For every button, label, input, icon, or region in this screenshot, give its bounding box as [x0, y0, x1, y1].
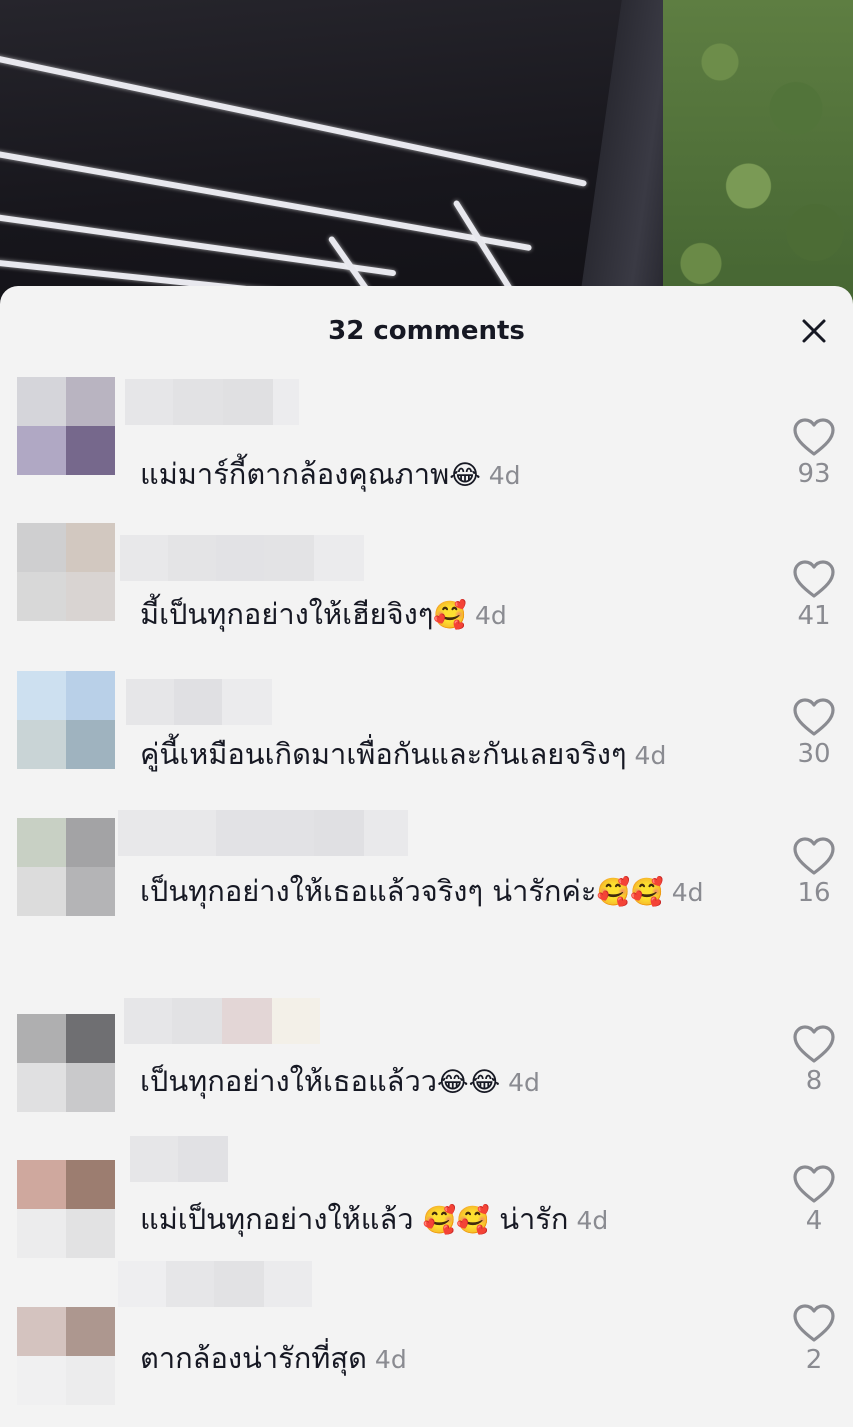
avatar[interactable]: [17, 1160, 115, 1258]
avatar[interactable]: [17, 1014, 115, 1112]
avatar[interactable]: [17, 1307, 115, 1405]
comment-item: แม่มาร์กี้ตากล้องคุณภาพ😂 4d 93: [0, 377, 853, 497]
comment-text: เป็นทุกอย่างให้เธอแล้วจริงๆ น่ารักค่ะ🥰🥰 4…: [140, 868, 720, 916]
like-button[interactable]: 16: [790, 836, 838, 908]
comment-text: แม่มาร์กี้ตากล้องคุณภาพ😂 4d: [140, 451, 760, 499]
like-count: 30: [797, 739, 831, 769]
video-background[interactable]: [0, 0, 853, 310]
comment-text: ตากล้องน่ารักที่สุด 4d: [140, 1335, 760, 1383]
avatar[interactable]: [17, 671, 115, 769]
comment-time: 4d: [576, 1206, 609, 1235]
username-blurred[interactable]: [118, 1261, 312, 1307]
avatar[interactable]: [17, 818, 115, 916]
trees: [663, 0, 853, 310]
comment-time: 4d: [488, 461, 521, 490]
heart-outline-icon: [793, 1304, 835, 1342]
like-count: 2: [805, 1345, 823, 1375]
comment-body: แม่เป็นทุกอย่างให้แล้ว: [140, 1202, 423, 1236]
like-button[interactable]: 93: [790, 417, 838, 489]
like-count: 4: [805, 1206, 823, 1236]
comment-text: คู่นี้เหมือนเกิดมาเพื่อกันและกันเลยจริงๆ…: [140, 731, 760, 779]
username-blurred[interactable]: [118, 810, 408, 856]
avatar[interactable]: [17, 523, 115, 621]
comment-time: 4d: [508, 1068, 540, 1097]
username-blurred[interactable]: [126, 679, 272, 725]
comments-count-title: 32 comments: [328, 316, 525, 346]
heart-outline-icon: [793, 1025, 835, 1063]
emoji: 😂: [449, 460, 481, 491]
username-blurred[interactable]: [125, 379, 299, 425]
username-blurred[interactable]: [124, 998, 320, 1044]
emoji: 🥰: [433, 600, 468, 631]
comment-time: 4d: [671, 878, 704, 907]
like-count: 8: [805, 1066, 823, 1096]
heart-outline-icon: [793, 560, 835, 598]
comment-item: เป็นทุกอย่างให้เธอแล้วจริงๆ น่ารักค่ะ🥰🥰 4…: [0, 810, 853, 968]
like-button[interactable]: 30: [790, 697, 838, 769]
like-count: 16: [797, 878, 831, 908]
comment-item: มี้เป็นทุกอย่างให้เฮียจิงๆ🥰 4d 41: [0, 523, 853, 643]
comment-body: แม่มาร์กี้ตากล้องคุณภาพ: [140, 457, 450, 491]
comment-text: แม่เป็นทุกอย่างให้แล้ว 🥰🥰 น่ารัก 4d: [140, 1196, 760, 1244]
heart-outline-icon: [793, 837, 835, 875]
comment-body-tail: น่ารัก: [489, 1202, 569, 1236]
emoji: 😂😂: [437, 1067, 501, 1098]
comment-body: เป็นทุกอย่างให้เธอแล้วจริงๆ น่ารักค่ะ: [140, 874, 597, 908]
like-button[interactable]: 4: [790, 1164, 838, 1236]
comment-time: 4d: [634, 741, 667, 770]
heart-outline-icon: [793, 698, 835, 736]
like-button[interactable]: 41: [790, 559, 838, 631]
emoji: 🥰🥰: [422, 1205, 490, 1236]
close-button[interactable]: [799, 316, 829, 346]
like-button[interactable]: 2: [790, 1303, 838, 1375]
comment-body: ตากล้องน่ารักที่สุด: [140, 1341, 367, 1375]
comment-time: 4d: [475, 601, 507, 630]
comment-item: เป็นทุกอย่างให้เธอแล้วว😂😂 4d 8: [0, 998, 853, 1134]
comment-text: เป็นทุกอย่างให้เธอแล้วว😂😂 4d: [140, 1058, 760, 1106]
comments-header: 32 comments: [0, 286, 853, 378]
comment-item: คู่นี้เหมือนเกิดมาเพื่อกันและกันเลยจริงๆ…: [0, 671, 853, 791]
comment-time: 4d: [374, 1345, 407, 1374]
comment-body: เป็นทุกอย่างให้เธอแล้วว: [140, 1064, 438, 1098]
like-count: 93: [797, 459, 831, 489]
username-blurred[interactable]: [120, 535, 364, 581]
close-icon: [802, 319, 826, 343]
heart-outline-icon: [793, 418, 835, 456]
avatar[interactable]: [17, 377, 115, 475]
heart-outline-icon: [793, 1165, 835, 1203]
emoji: 🥰🥰: [596, 877, 664, 908]
like-button[interactable]: 8: [790, 1024, 838, 1096]
comment-body: มี้เป็นทุกอย่างให้เฮียจิงๆ: [140, 597, 434, 631]
username-blurred[interactable]: [130, 1136, 228, 1182]
comment-item: ตากล้องน่ารักที่สุด 4d 2: [0, 1261, 853, 1427]
like-count: 41: [797, 601, 831, 631]
comment-text: มี้เป็นทุกอย่างให้เฮียจิงๆ🥰 4d: [140, 591, 760, 639]
comment-body: คู่นี้เหมือนเกิดมาเพื่อกันและกันเลยจริงๆ: [140, 737, 627, 771]
